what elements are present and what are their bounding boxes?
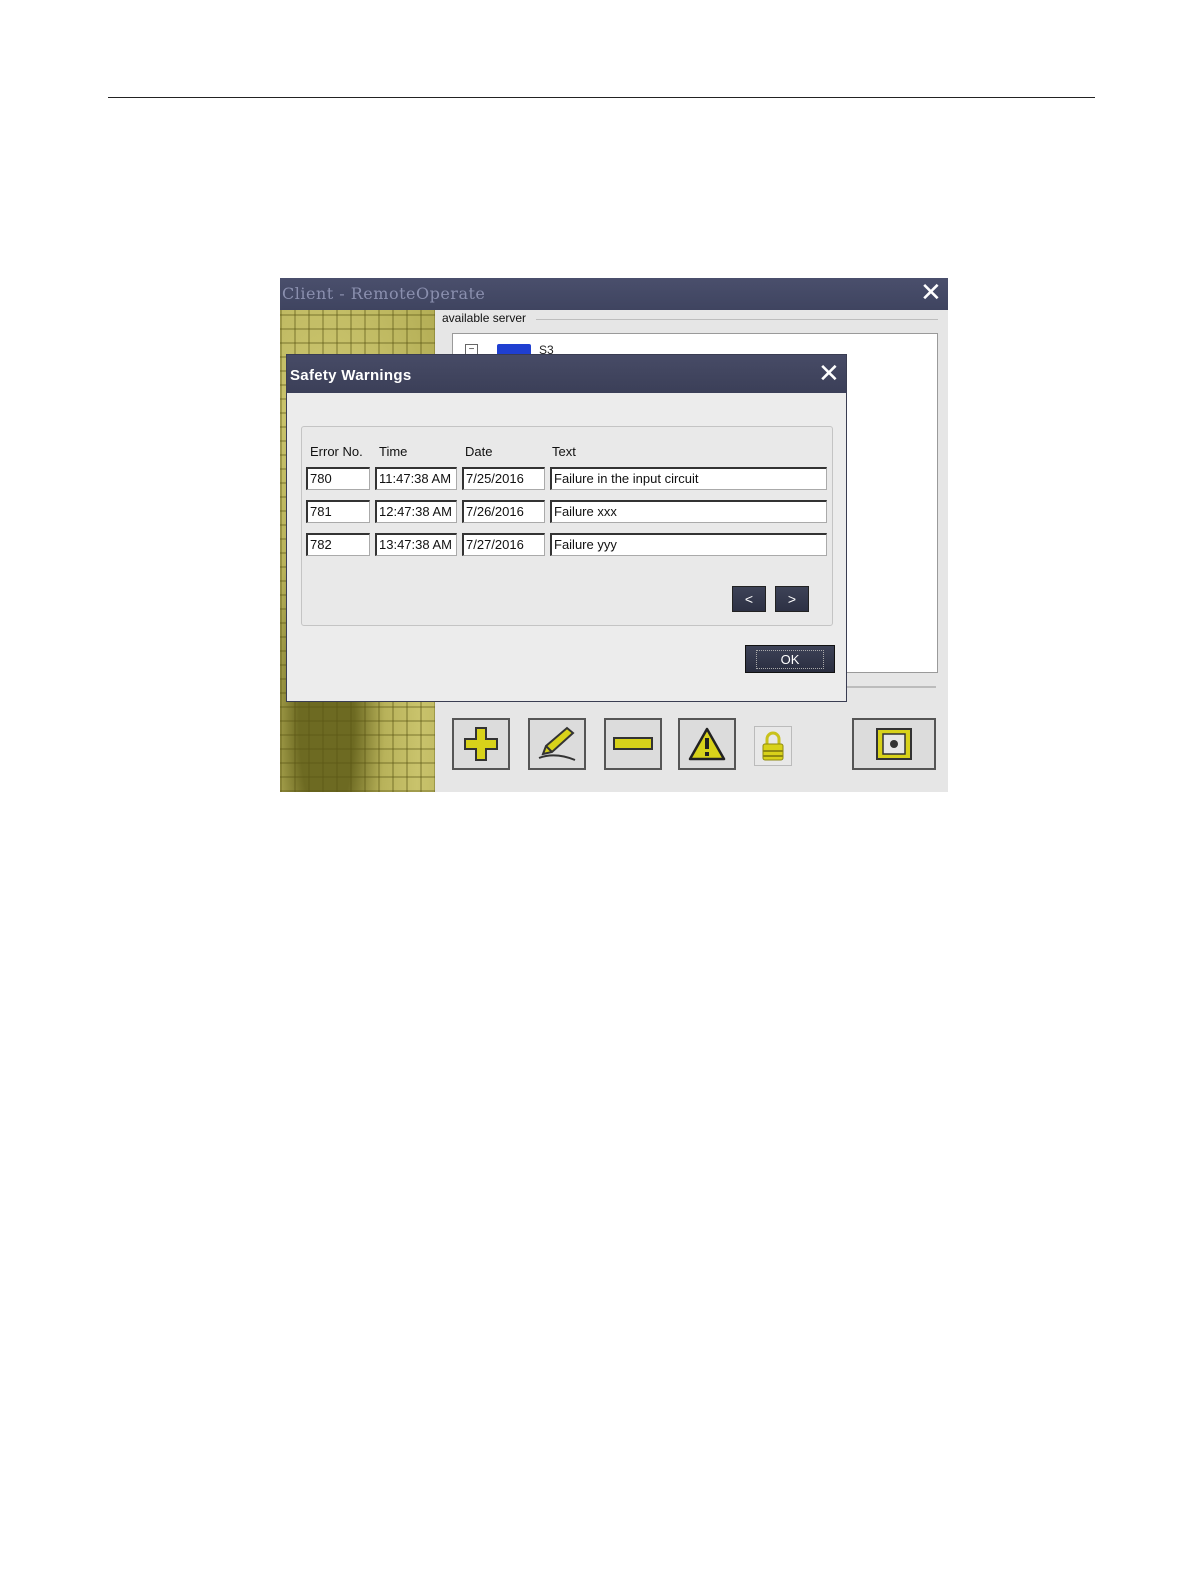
lock-icon xyxy=(762,731,784,761)
error-no-field[interactable]: 781 xyxy=(306,500,370,523)
safety-warnings-button[interactable] xyxy=(678,718,736,770)
edit-server-button[interactable] xyxy=(528,718,586,770)
app-titlebar: Client - RemoteOperate ✕ xyxy=(280,278,948,310)
safety-warnings-dialog: Safety Warnings ✕ Error No. Time Date Te… xyxy=(286,354,847,702)
date-field[interactable]: 7/25/2016 xyxy=(462,467,545,490)
time-field[interactable]: 13:47:38 AM xyxy=(375,533,457,556)
next-page-button[interactable]: > xyxy=(775,586,809,612)
ok-button-label: OK xyxy=(755,649,825,669)
warning-icon xyxy=(688,727,726,761)
error-no-field[interactable]: 782 xyxy=(306,533,370,556)
previous-page-button[interactable]: < xyxy=(732,586,766,612)
col-header-text: Text xyxy=(552,444,576,459)
date-field[interactable]: 7/26/2016 xyxy=(462,500,545,523)
connect-button[interactable] xyxy=(852,718,936,770)
lock-toggle[interactable] xyxy=(754,726,792,766)
dialog-title: Safety Warnings xyxy=(290,367,412,384)
dialog-titlebar: Safety Warnings ✕ xyxy=(287,355,846,393)
time-field[interactable]: 12:47:38 AM xyxy=(375,500,457,523)
col-header-error-no: Error No. xyxy=(310,444,363,459)
text-field[interactable]: Failure yyy xyxy=(550,533,827,556)
ok-button[interactable]: OK xyxy=(745,645,835,673)
col-header-date: Date xyxy=(465,444,493,459)
app-title: Client - RemoteOperate xyxy=(282,284,486,303)
server-group-label: available server xyxy=(442,311,527,325)
remove-server-button[interactable] xyxy=(604,718,662,770)
time-field[interactable]: 11:47:38 AM xyxy=(375,467,457,490)
group-divider xyxy=(536,319,938,320)
plus-icon xyxy=(464,727,498,761)
col-header-time: Time xyxy=(379,444,408,459)
minus-icon xyxy=(613,737,653,750)
pencil-icon xyxy=(538,726,576,761)
dialog-close-icon[interactable]: ✕ xyxy=(818,360,840,386)
page-top-rule xyxy=(108,97,1095,98)
text-field[interactable]: Failure in the input circuit xyxy=(550,467,827,490)
target-icon xyxy=(876,728,912,760)
add-server-button[interactable] xyxy=(452,718,510,770)
error-no-field[interactable]: 780 xyxy=(306,467,370,490)
text-field[interactable]: Failure xxx xyxy=(550,500,827,523)
app-close-icon[interactable]: ✕ xyxy=(920,279,942,305)
date-field[interactable]: 7/27/2016 xyxy=(462,533,545,556)
